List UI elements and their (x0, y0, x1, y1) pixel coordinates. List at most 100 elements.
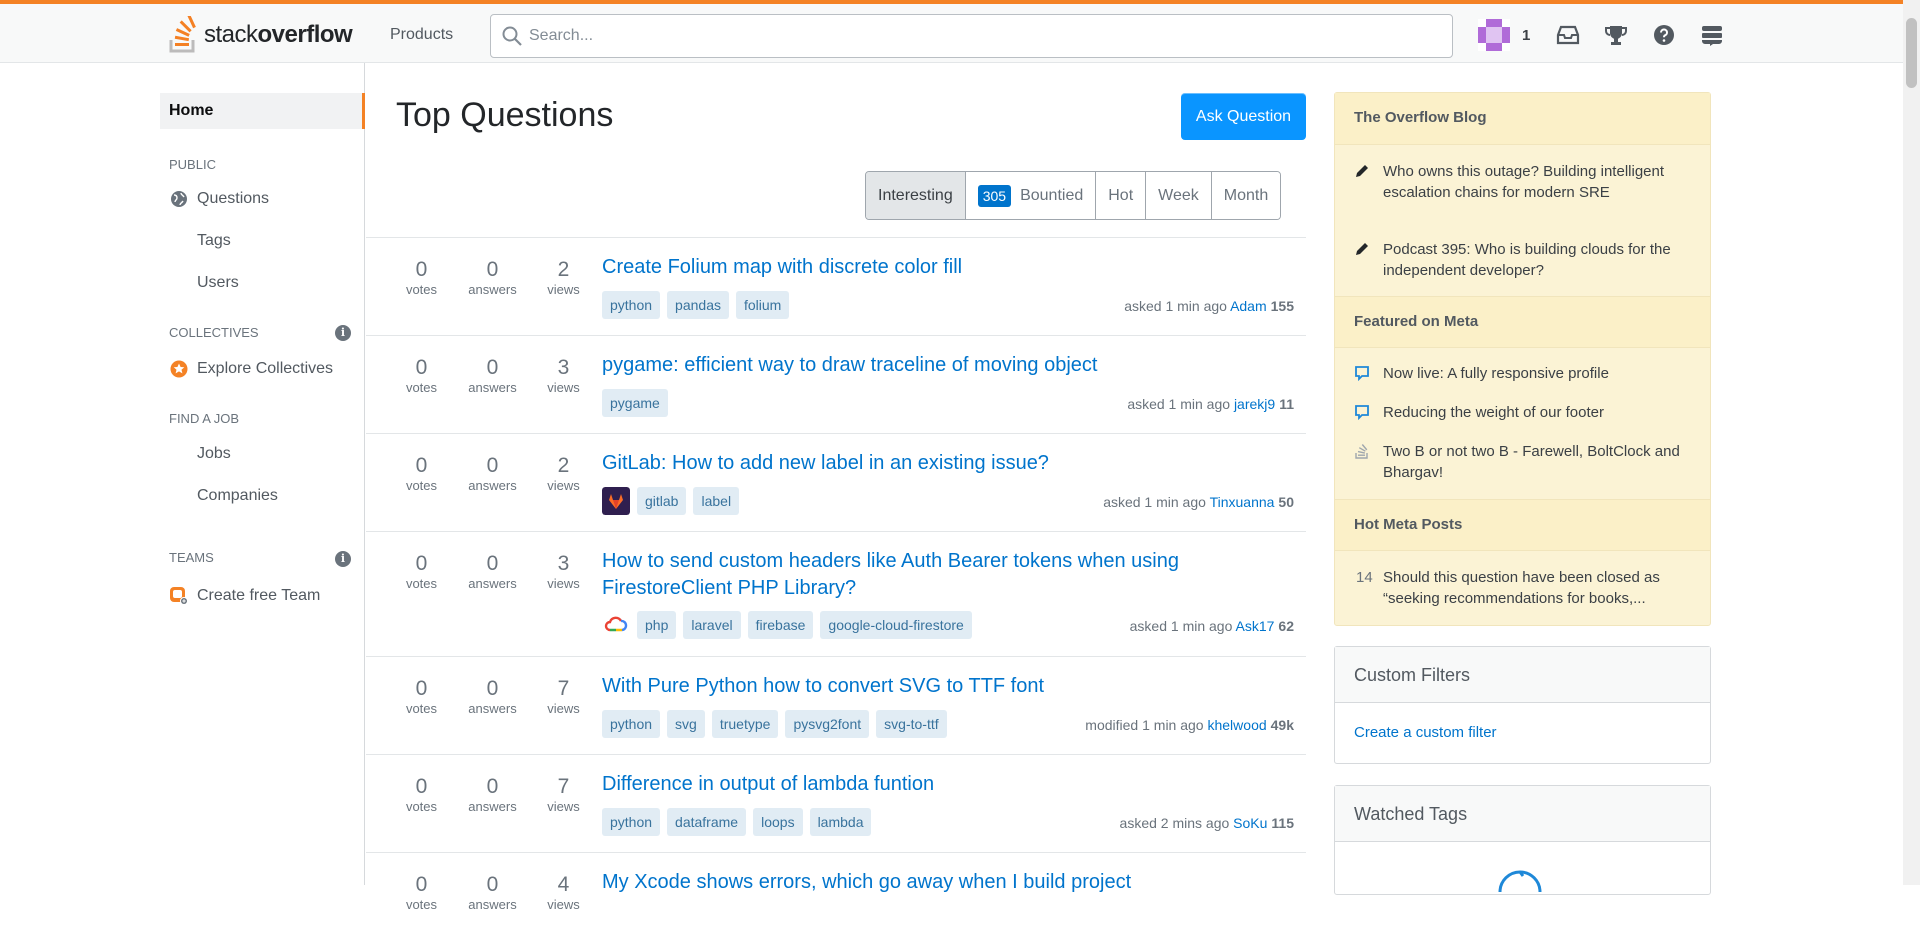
sidebar-item-companies[interactable]: Companies (160, 478, 365, 514)
site-switcher-button[interactable] (1688, 15, 1736, 55)
question-title-link[interactable]: pygame: efficient way to draw traceline … (602, 352, 1097, 379)
answers-stat: 0 answers (468, 677, 517, 716)
search-input[interactable] (529, 23, 1429, 49)
votes-stat: 0 votes (405, 258, 438, 297)
filter-bountied[interactable]: 305 Bountied (964, 172, 1096, 219)
help-button[interactable] (1640, 15, 1688, 55)
sidebar-item-explore-collectives[interactable]: Explore Collectives (160, 351, 365, 387)
blog-item[interactable]: Who owns this outage? Building intellige… (1354, 161, 1694, 203)
question-title-link[interactable]: With Pure Python how to convert SVG to T… (602, 673, 1044, 700)
tag[interactable]: label (693, 487, 740, 515)
page-title: Top Questions (396, 96, 614, 134)
tag[interactable]: firebase (747, 611, 814, 639)
stack-logo-icon (1355, 444, 1368, 459)
question-title-link[interactable]: My Xcode shows errors, which go away whe… (602, 869, 1131, 896)
meta-item[interactable]: Reducing the weight of our footer (1354, 402, 1694, 423)
meta-item[interactable]: Now live: A fully responsive profile (1354, 363, 1694, 384)
question-tags: gitlab label (602, 487, 746, 515)
question-tags: php laravel firebase google-cloud-firest… (602, 611, 979, 639)
collectives-info-icon[interactable]: i (335, 325, 351, 341)
sidebar-item-create-team[interactable]: Create free Team (160, 578, 365, 614)
question-meta: asked 1 min ago jarekj9 11 (1127, 396, 1294, 412)
achievements-button[interactable] (1592, 15, 1640, 55)
question-stats: 0 votes 0 answers 3 views (386, 356, 599, 396)
user-link[interactable]: Tinxuanna (1210, 494, 1275, 510)
binoculars-icon (1498, 870, 1542, 892)
tag[interactable]: php (637, 611, 677, 639)
user-link[interactable]: SoKu (1233, 815, 1267, 831)
tag[interactable]: svg (667, 710, 705, 738)
tag[interactable]: svg-to-ttf (876, 710, 947, 738)
tag[interactable]: pandas (667, 291, 729, 319)
question-title-link[interactable]: Difference in output of lambda funtion (602, 771, 934, 798)
meta-item[interactable]: Two B or not two B - Farewell, BoltClock… (1354, 441, 1694, 483)
tag[interactable]: lambda (809, 808, 872, 836)
tag[interactable]: truetype (711, 710, 779, 738)
bounty-count-badge: 305 (977, 184, 1012, 207)
answers-stat: 0 answers (468, 258, 517, 297)
user-link[interactable]: khelwood (1207, 717, 1266, 733)
question-title-link[interactable]: How to send custom headers like Auth Bea… (602, 548, 1242, 602)
filter-interesting[interactable]: Interesting (866, 172, 965, 219)
tag[interactable]: gitlab (637, 487, 687, 515)
hot-meta-item[interactable]: 14 Should this question have been closed… (1354, 567, 1694, 609)
sidebar-item-users[interactable]: Users (160, 265, 365, 301)
question-meta: modified 1 min ago khelwood 49k (1085, 717, 1294, 733)
scrollbar-thumb[interactable] (1906, 18, 1917, 88)
globe-icon (171, 191, 187, 207)
votes-stat: 0 votes (405, 552, 438, 591)
stackoverflow-logo[interactable]: stackoverflow (168, 15, 353, 55)
tag[interactable]: python (602, 808, 661, 836)
search-box[interactable] (490, 14, 1453, 58)
question-stats: 0 votes 0 answers 7 views (386, 775, 599, 815)
create-custom-filter-link[interactable]: Create a custom filter (1335, 703, 1710, 753)
votes-stat: 0 votes (405, 677, 438, 716)
watched-tags-widget: Watched Tags (1334, 785, 1711, 895)
sidebar-item-home[interactable]: Home (160, 93, 365, 129)
sidebar-item-jobs[interactable]: Jobs (160, 436, 365, 472)
tag[interactable]: python (602, 710, 661, 738)
question-summary: 0 votes 0 answers 3 views How to send custo… (366, 532, 1306, 657)
user-link[interactable]: jarekj9 (1234, 396, 1275, 412)
logo-wordmark: stackoverflow (204, 21, 353, 48)
views-stat: 4 views (547, 873, 580, 912)
tag[interactable]: folium (735, 291, 790, 319)
tag[interactable]: loops (753, 808, 803, 836)
filter-hot[interactable]: Hot (1095, 172, 1146, 219)
tag[interactable]: google-cloud-firestore (820, 611, 972, 639)
user-link[interactable]: Ask17 (1236, 618, 1275, 634)
question-title-link[interactable]: GitLab: How to add new label in an exist… (602, 450, 1049, 477)
user-reputation: 11 (1279, 396, 1294, 412)
main-content: Top Questions Ask Question Interesting 3… (366, 63, 1306, 912)
products-menu[interactable]: Products (376, 15, 467, 55)
sidebar-heading-collectives: COLLECTIVES (169, 325, 259, 340)
tag[interactable]: pysvg2font (785, 710, 870, 738)
tag[interactable]: dataframe (667, 808, 747, 836)
question-meta: asked 1 min ago Adam 155 (1124, 298, 1294, 314)
google-cloud-collective-icon[interactable] (602, 611, 630, 639)
page-scrollbar[interactable] (1903, 0, 1920, 885)
teams-info-icon[interactable]: i (335, 551, 351, 567)
pencil-icon (1356, 165, 1368, 177)
question-stats: 0 votes 0 answers 2 views (386, 258, 599, 298)
overflow-blog-widget: The Overflow Blog Who owns this outage? … (1334, 92, 1711, 626)
question-title-link[interactable]: Create Folium map with discrete color fi… (602, 254, 962, 281)
blog-item[interactable]: Podcast 395: Who is building clouds for … (1354, 239, 1694, 281)
question-summary: 0 votes 0 answers 7 views Difference in out… (366, 755, 1306, 853)
inbox-button[interactable] (1544, 15, 1592, 55)
filter-week[interactable]: Week (1145, 172, 1211, 219)
answers-stat: 0 answers (468, 775, 517, 814)
filter-month[interactable]: Month (1210, 172, 1281, 219)
user-link[interactable]: Adam (1230, 298, 1267, 314)
gitlab-collective-icon[interactable] (602, 487, 630, 515)
answer-count: 14 (1356, 569, 1373, 586)
custom-filters-heading: Custom Filters (1335, 647, 1710, 703)
sidebar-item-questions[interactable]: Questions (160, 181, 365, 217)
tag[interactable]: laravel (683, 611, 741, 639)
tag[interactable]: python (602, 291, 661, 319)
question-tags: pygame (602, 389, 675, 417)
sidebar-item-tags[interactable]: Tags (160, 223, 365, 259)
tag[interactable]: pygame (602, 389, 668, 417)
ask-question-button[interactable]: Ask Question (1181, 93, 1306, 140)
user-profile-link[interactable]: 1 (1478, 15, 1544, 55)
